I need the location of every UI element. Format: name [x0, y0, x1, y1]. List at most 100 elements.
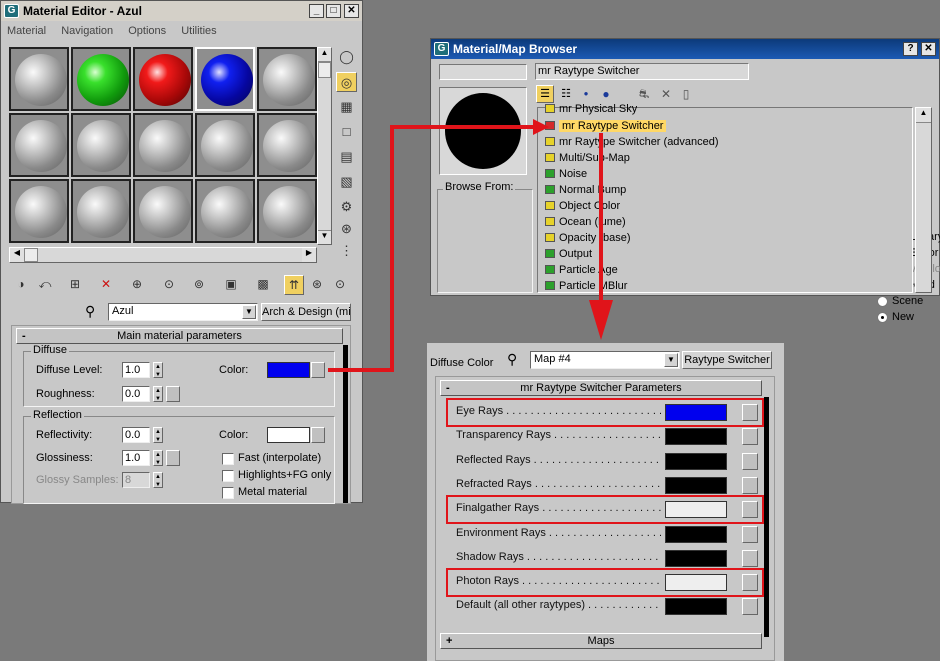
maps-rollout-header[interactable]: + Maps: [440, 633, 762, 649]
eyedropper-icon[interactable]: ⚲: [507, 351, 517, 368]
make-preview-icon[interactable]: ▧: [336, 172, 357, 192]
view-large-icons-icon[interactable]: ●: [597, 85, 615, 103]
rollout-scrollbar[interactable]: [343, 345, 348, 503]
eyedropper-icon[interactable]: ⚲: [85, 303, 95, 320]
fast-interpolate-checkbox[interactable]: [222, 453, 234, 465]
assign-to-selection-icon[interactable]: ⊞: [65, 275, 85, 295]
glossy-samples-spinner[interactable]: ▲ ▼: [153, 472, 163, 488]
map-list-item[interactable]: Particle Age: [545, 262, 618, 278]
material-name-combo[interactable]: Azul ▼: [108, 303, 258, 321]
ray-map-button[interactable]: [742, 452, 758, 470]
ray-map-button[interactable]: [742, 428, 758, 446]
scroll-up-arrow[interactable]: ▲: [916, 108, 931, 123]
sample-slot[interactable]: [71, 179, 131, 243]
diffuse-color-swatch[interactable]: [267, 362, 310, 378]
preview-name-field[interactable]: [439, 64, 527, 80]
map-list-item[interactable]: Noise: [545, 166, 587, 182]
map-list-item[interactable]: mr Physical Sky: [545, 104, 637, 116]
scroll-up-arrow[interactable]: ▲: [318, 48, 331, 62]
roughness-map-button[interactable]: [166, 386, 180, 402]
diffuse-level-spinner[interactable]: ▲ ▼: [153, 362, 163, 378]
put-to-library-icon[interactable]: ⊙: [159, 275, 179, 295]
update-scene-icon[interactable]: ⛐: [635, 85, 653, 103]
video-color-check-icon[interactable]: ▤: [336, 147, 357, 167]
metal-material-checkbox[interactable]: [222, 487, 234, 499]
sample-slot[interactable]: [257, 47, 317, 111]
minimize-button[interactable]: _: [309, 4, 324, 18]
sample-uv-tiling-icon[interactable]: □: [336, 122, 357, 142]
material-map-navigator-icon[interactable]: ⋮: [336, 241, 357, 261]
map-list-item[interactable]: Multi/Sub-Map: [545, 150, 630, 166]
pick-material-icon[interactable]: ⊙: [330, 275, 350, 295]
ray-color-swatch[interactable]: [665, 598, 727, 616]
sample-slot[interactable]: [9, 47, 69, 111]
ray-map-button[interactable]: [742, 549, 758, 567]
ray-map-button[interactable]: [742, 525, 758, 543]
put-to-scene-icon[interactable]: ⤺: [35, 275, 55, 295]
browser-titlebar[interactable]: G Material/Map Browser ? ✕: [431, 39, 939, 59]
map-type-button[interactable]: Raytype Switcher: [682, 351, 772, 369]
go-to-parent-icon[interactable]: ⇈: [284, 275, 304, 295]
maximize-button[interactable]: □: [326, 4, 341, 18]
reflection-color-swatch[interactable]: [267, 427, 310, 443]
show-end-result-icon[interactable]: ▩: [253, 275, 273, 295]
sample-slot[interactable]: [133, 179, 193, 243]
reflection-map-button[interactable]: [311, 427, 325, 443]
sample-slot[interactable]: [195, 113, 255, 177]
reset-map-icon[interactable]: ✕: [96, 275, 116, 295]
map-list-item[interactable]: Opacity (base): [545, 230, 631, 246]
browse-radio[interactable]: [877, 312, 888, 323]
sample-slot[interactable]: [257, 179, 317, 243]
sample-slot[interactable]: [71, 113, 131, 177]
sample-slot[interactable]: [9, 179, 69, 243]
highlights-fg-checkbox[interactable]: [222, 470, 234, 482]
map-list-item[interactable]: Ocean (lume): [545, 214, 626, 230]
ray-color-swatch[interactable]: [665, 476, 727, 494]
go-forward-sibling-icon[interactable]: ⊛: [307, 275, 327, 295]
sample-slot[interactable]: [195, 179, 255, 243]
map-list-item[interactable]: mr Raytype Switcher: [545, 118, 667, 134]
map-list-item[interactable]: Object Color: [545, 198, 620, 214]
raytype-params-rollout-header[interactable]: - mr Raytype Switcher Parameters: [440, 380, 762, 396]
diffuse-level-input[interactable]: 1.0: [122, 362, 150, 378]
sample-type-sphere-icon[interactable]: ◯: [336, 47, 357, 67]
sample-slot-active[interactable]: [195, 47, 255, 111]
material-id-channel-icon[interactable]: ⊚: [189, 275, 209, 295]
sample-slot[interactable]: [71, 47, 131, 111]
browser-search-field[interactable]: mr Raytype Switcher: [535, 63, 749, 80]
roughness-spinner[interactable]: ▲ ▼: [153, 386, 163, 402]
slots-hscroll[interactable]: ◀ ▶: [9, 247, 317, 263]
sample-slot[interactable]: [9, 113, 69, 177]
material-editor-titlebar[interactable]: G Material Editor - Azul _ □ ✕: [1, 1, 362, 21]
clear-library-icon[interactable]: ▯: [677, 85, 695, 103]
map-list-item[interactable]: Output: [545, 246, 592, 262]
diffuse-map-button[interactable]: [311, 362, 325, 378]
close-button[interactable]: ✕: [921, 42, 936, 56]
ray-map-button[interactable]: [742, 476, 758, 494]
scroll-thumb[interactable]: [24, 248, 38, 262]
chevron-down-icon[interactable]: ▼: [242, 305, 256, 319]
reflectivity-input[interactable]: 0.0: [122, 427, 150, 443]
backlight-icon[interactable]: ◎: [336, 72, 357, 92]
reflectivity-spinner[interactable]: ▲ ▼: [153, 427, 163, 443]
glossiness-input[interactable]: 1.0: [122, 450, 150, 466]
get-material-icon[interactable]: ◑: [11, 275, 31, 295]
menu-options[interactable]: Options: [122, 22, 172, 40]
menu-material[interactable]: Material: [1, 22, 52, 40]
menu-navigation[interactable]: Navigation: [55, 22, 119, 40]
ray-color-swatch[interactable]: [665, 525, 727, 543]
close-button[interactable]: ✕: [344, 4, 359, 18]
glossiness-map-button[interactable]: [166, 450, 180, 466]
scroll-right-arrow[interactable]: ▶: [302, 248, 316, 262]
help-button[interactable]: ?: [903, 42, 918, 56]
map-list-item[interactable]: Particle MBlur: [545, 278, 627, 294]
ray-map-button[interactable]: [742, 598, 758, 616]
view-list-icons-icon[interactable]: ☷: [557, 85, 575, 103]
sample-slot[interactable]: [133, 113, 193, 177]
list-vscroll[interactable]: ▲: [915, 107, 932, 293]
scroll-left-arrow[interactable]: ◀: [10, 248, 24, 262]
rollout-scrollbar[interactable]: [764, 397, 769, 637]
ray-color-swatch[interactable]: [665, 428, 727, 446]
delete-icon[interactable]: ✕: [657, 85, 675, 103]
map-list-item[interactable]: Normal Bump: [545, 182, 626, 198]
